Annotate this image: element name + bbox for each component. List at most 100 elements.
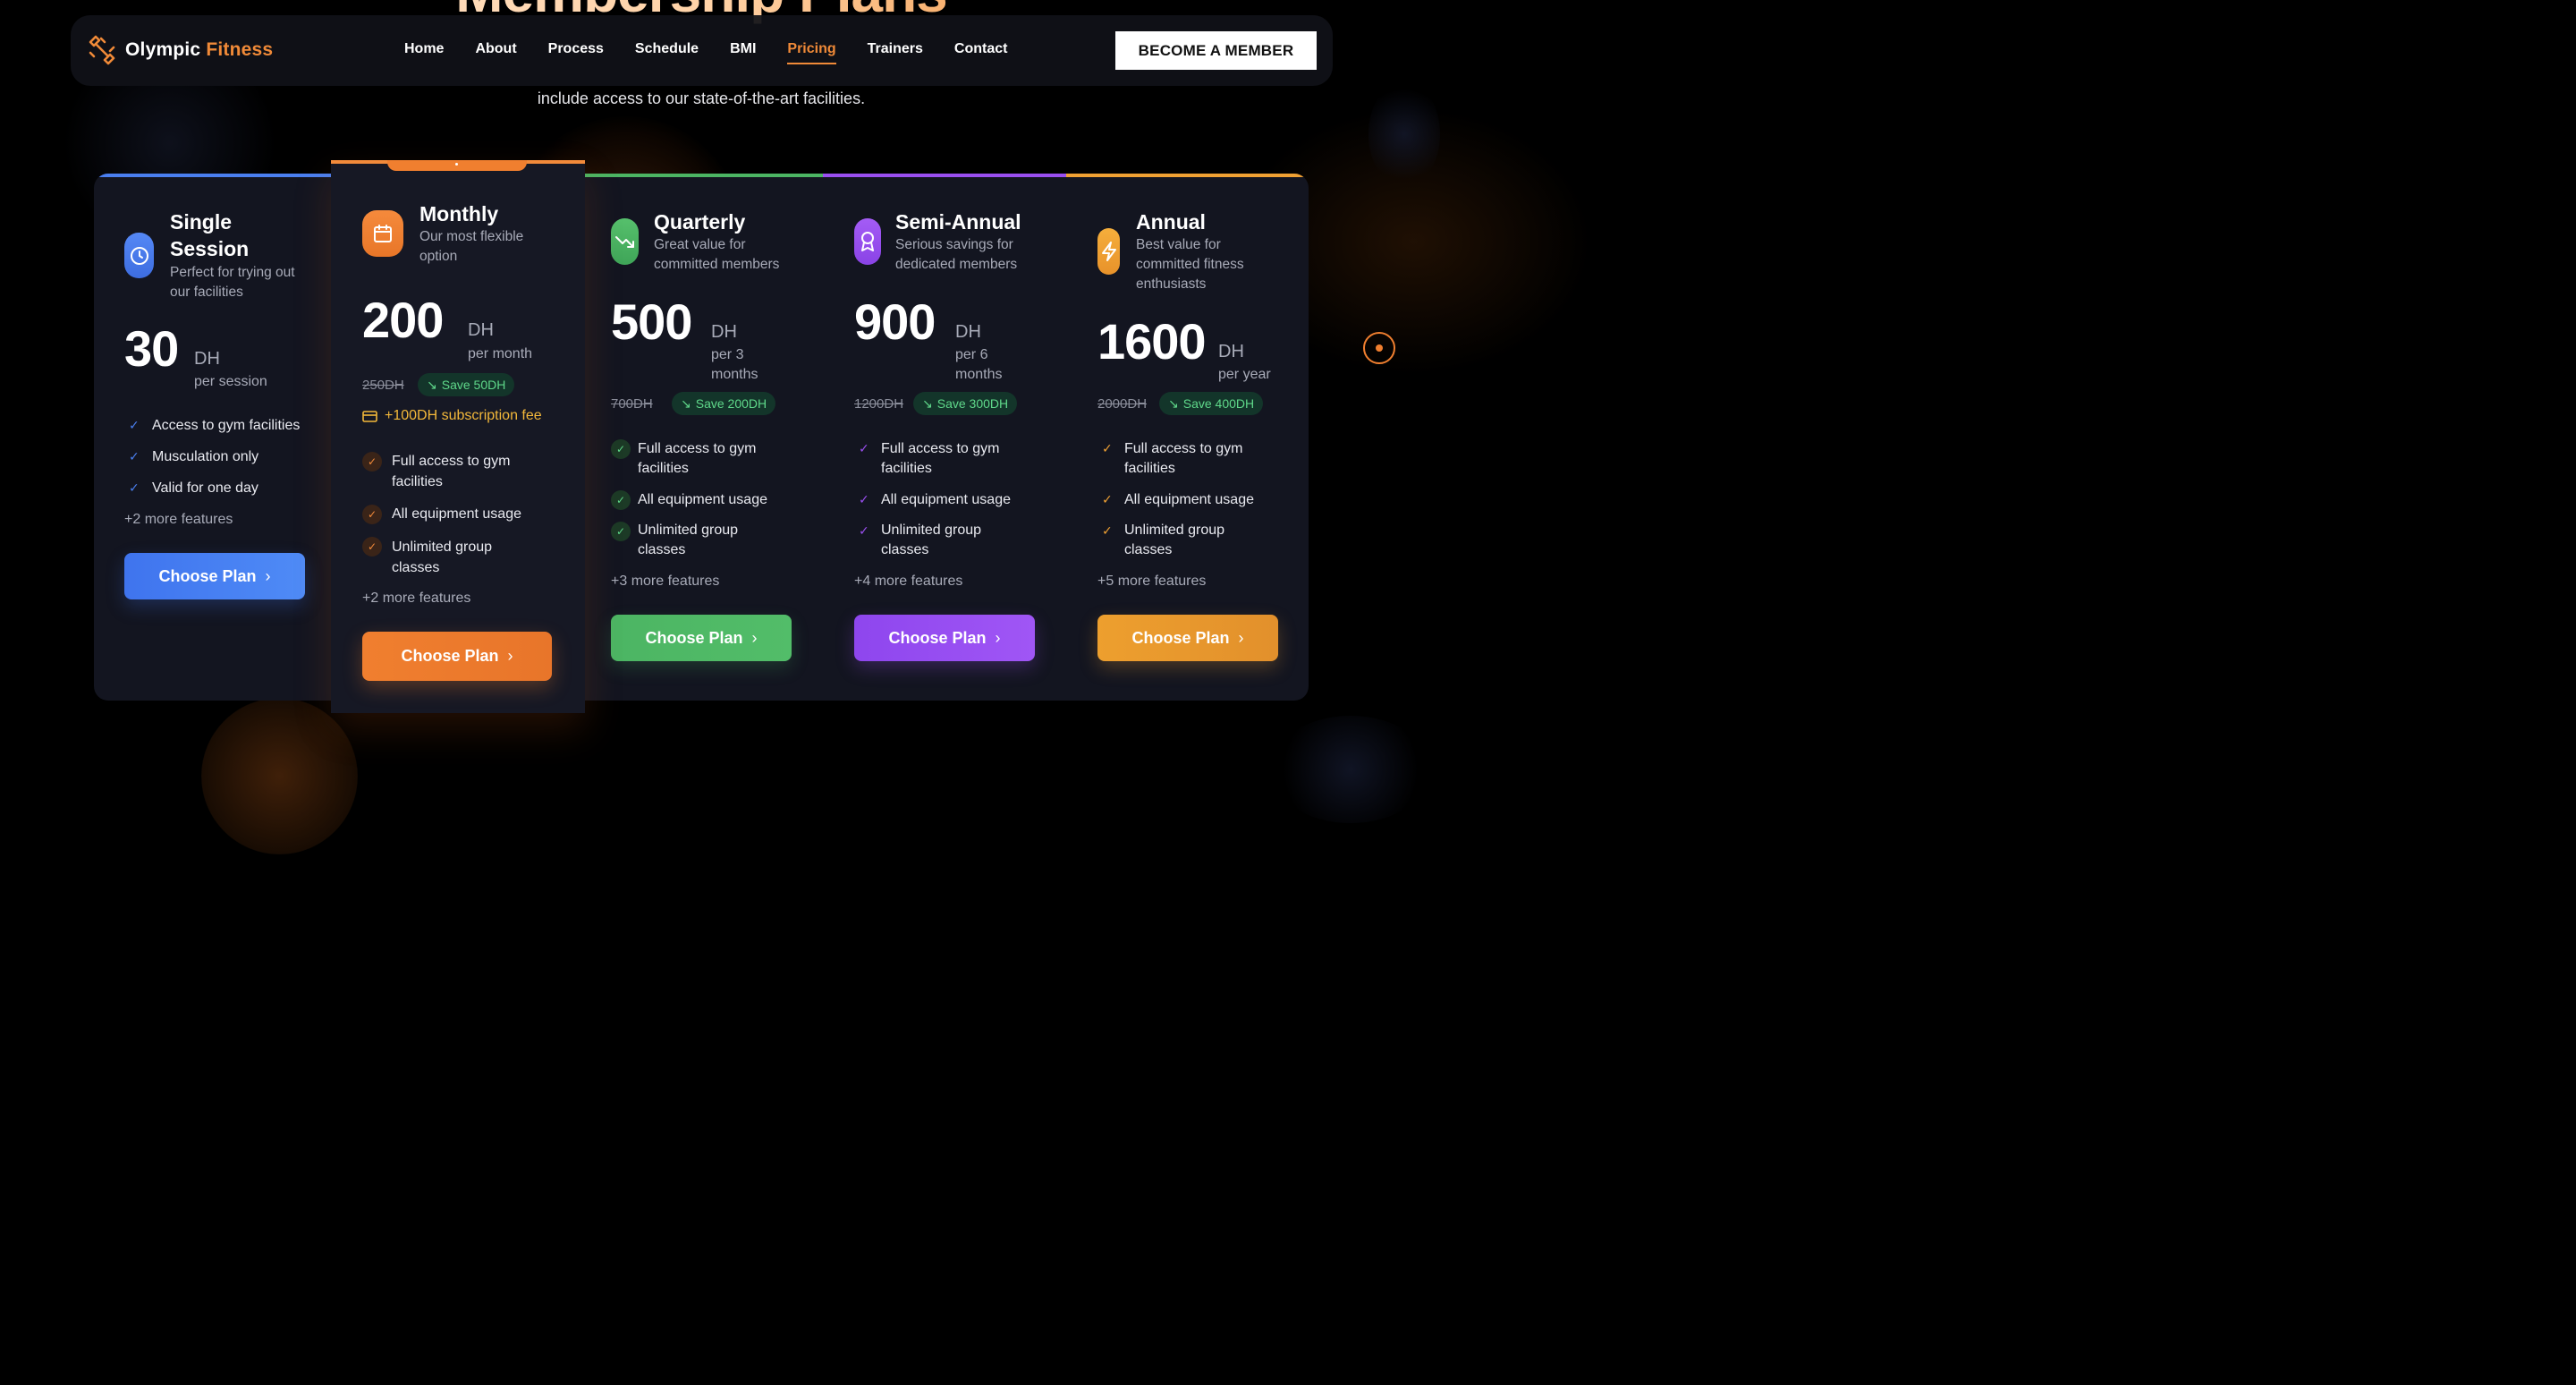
plan-name: Quarterly bbox=[654, 210, 746, 234]
more-features[interactable]: +2 more features bbox=[362, 591, 470, 607]
plan-feature: Valid for one day bbox=[152, 480, 258, 496]
plan-feature-line: Unlimited group bbox=[638, 523, 739, 538]
nav-about[interactable]: About bbox=[475, 41, 516, 57]
check-icon: ✓ bbox=[1102, 441, 1113, 455]
trending-down-icon: ↘ bbox=[1168, 395, 1179, 411]
button-label: Choose Plan bbox=[888, 628, 987, 647]
award-icon bbox=[861, 232, 874, 251]
plan-price: 30 bbox=[124, 320, 179, 377]
trending-down-icon: ↘ bbox=[427, 377, 437, 392]
plan-name: Semi-Annual bbox=[895, 210, 1021, 234]
plan-description: Our most flexible option bbox=[419, 227, 523, 267]
more-features[interactable]: +4 more features bbox=[854, 574, 962, 590]
check-icon: ✓ bbox=[859, 492, 869, 506]
check-icon: ✓ bbox=[129, 449, 140, 463]
plan-price: 900 bbox=[854, 293, 936, 350]
nav-trainers[interactable]: Trainers bbox=[868, 41, 923, 57]
plan-description-line: Our most flexible bbox=[419, 229, 524, 244]
choose-plan-button[interactable]: Choose Plan › bbox=[124, 553, 305, 599]
plan-feature-line: Unlimited group bbox=[881, 523, 982, 538]
original-price: 2000DH bbox=[1097, 396, 1148, 412]
check-icon: ✓ bbox=[611, 439, 631, 459]
more-features[interactable]: +2 more features bbox=[124, 512, 233, 528]
plan-icon-container bbox=[611, 218, 639, 265]
choose-plan-button[interactable]: Choose Plan › bbox=[362, 632, 552, 681]
more-features[interactable]: +5 more features bbox=[1097, 574, 1206, 590]
plan-feature: Unlimited group classes bbox=[881, 521, 981, 560]
plan-name: Single Session bbox=[170, 208, 249, 262]
plan-currency: DH bbox=[1218, 342, 1244, 361]
plan-description: Serious savings for dedicated members bbox=[895, 235, 1017, 275]
plan-name-line: Single bbox=[170, 210, 233, 234]
check-icon: ✓ bbox=[859, 523, 869, 538]
plan-description: Perfect for trying out our facilities bbox=[170, 263, 295, 302]
chevron-right-icon: › bbox=[995, 628, 1001, 647]
plan-price: 1600 bbox=[1097, 313, 1207, 370]
plan-feature: Access to gym facilities bbox=[152, 418, 301, 433]
plan-feature: Full access to gym facilities bbox=[881, 439, 999, 479]
check-icon: ✓ bbox=[362, 452, 382, 472]
plan-currency: DH bbox=[194, 349, 220, 369]
plan-card-quarterly: Quarterly Great value for committed memb… bbox=[580, 174, 823, 701]
save-badge: ↘ Save 400DH bbox=[1159, 392, 1264, 415]
badge-dot bbox=[455, 163, 458, 166]
plan-feature-line: Unlimited group bbox=[392, 540, 493, 555]
nav-process[interactable]: Process bbox=[548, 41, 604, 57]
check-icon: ✓ bbox=[129, 480, 140, 495]
check-icon: ✓ bbox=[611, 490, 631, 510]
dot-icon bbox=[1376, 344, 1383, 352]
plan-feature-line: facilities bbox=[392, 474, 443, 489]
plan-period: per 3 months bbox=[711, 345, 758, 385]
original-price: 1200DH bbox=[854, 396, 904, 412]
original-price: 700DH bbox=[611, 396, 653, 412]
check-icon: ✓ bbox=[611, 522, 631, 541]
save-label: Save 200DH bbox=[695, 396, 767, 411]
chevron-right-icon: › bbox=[1238, 628, 1244, 647]
check-icon: ✓ bbox=[859, 441, 869, 455]
subscription-fee-label: +100DH subscription fee bbox=[385, 408, 542, 423]
plan-card-single: Single Session Perfect for trying out ou… bbox=[94, 174, 331, 701]
nav-pricing[interactable]: Pricing bbox=[787, 41, 836, 64]
save-label: Save 300DH bbox=[936, 396, 1009, 411]
plan-feature: Unlimited group classes bbox=[1124, 521, 1224, 560]
credit-card-icon bbox=[362, 410, 377, 422]
plan-feature-line: facilities bbox=[881, 461, 932, 476]
plan-feature: All equipment usage bbox=[1124, 492, 1254, 507]
check-icon: ✓ bbox=[1102, 523, 1113, 538]
scroll-indicator-button[interactable] bbox=[1363, 332, 1395, 364]
brand-logo[interactable]: Olympic Fitness bbox=[87, 35, 273, 65]
original-price: 250DH bbox=[362, 378, 404, 393]
plan-icon-container bbox=[854, 218, 881, 265]
brand-name-part1: Olympic bbox=[125, 39, 201, 60]
nav-schedule[interactable]: Schedule bbox=[635, 41, 699, 57]
plan-period-line: months bbox=[955, 367, 1003, 382]
check-icon: ✓ bbox=[362, 537, 382, 557]
plan-feature-line: classes bbox=[392, 560, 440, 575]
button-label: Choose Plan bbox=[1131, 628, 1230, 647]
plan-feature-line: Full access to gym bbox=[638, 441, 757, 456]
plan-name: Annual bbox=[1136, 210, 1206, 234]
nav-contact[interactable]: Contact bbox=[954, 41, 1008, 57]
plan-price: 500 bbox=[611, 293, 692, 350]
choose-plan-button[interactable]: Choose Plan › bbox=[854, 615, 1035, 661]
plan-period-line: per 3 bbox=[711, 347, 744, 362]
choose-plan-button[interactable]: Choose Plan › bbox=[1097, 615, 1278, 661]
plan-feature: All equipment usage bbox=[881, 492, 1011, 507]
nav-home[interactable]: Home bbox=[404, 41, 444, 57]
check-icon: ✓ bbox=[1102, 492, 1113, 506]
plan-name: Monthly bbox=[419, 202, 499, 225]
plan-feature: Full access to gym facilities bbox=[638, 439, 756, 479]
nav-bmi[interactable]: BMI bbox=[730, 41, 756, 57]
plan-feature: Full access to gym facilities bbox=[392, 451, 510, 492]
become-member-button[interactable]: BECOME A MEMBER bbox=[1115, 31, 1317, 70]
button-label: Choose Plan bbox=[401, 647, 499, 665]
more-features[interactable]: +3 more features bbox=[611, 574, 719, 590]
plan-feature-line: Full access to gym bbox=[1124, 441, 1243, 456]
navbar: Olympic Fitness Home About Process Sched… bbox=[71, 15, 1333, 86]
plan-card-semi-annual: Semi-Annual Serious savings for dedicate… bbox=[823, 174, 1066, 701]
check-icon: ✓ bbox=[362, 505, 382, 524]
plan-feature: All equipment usage bbox=[638, 492, 767, 507]
choose-plan-button[interactable]: Choose Plan › bbox=[611, 615, 792, 661]
save-badge: ↘ Save 50DH bbox=[418, 373, 515, 396]
plan-feature-line: Full access to gym bbox=[392, 454, 511, 469]
